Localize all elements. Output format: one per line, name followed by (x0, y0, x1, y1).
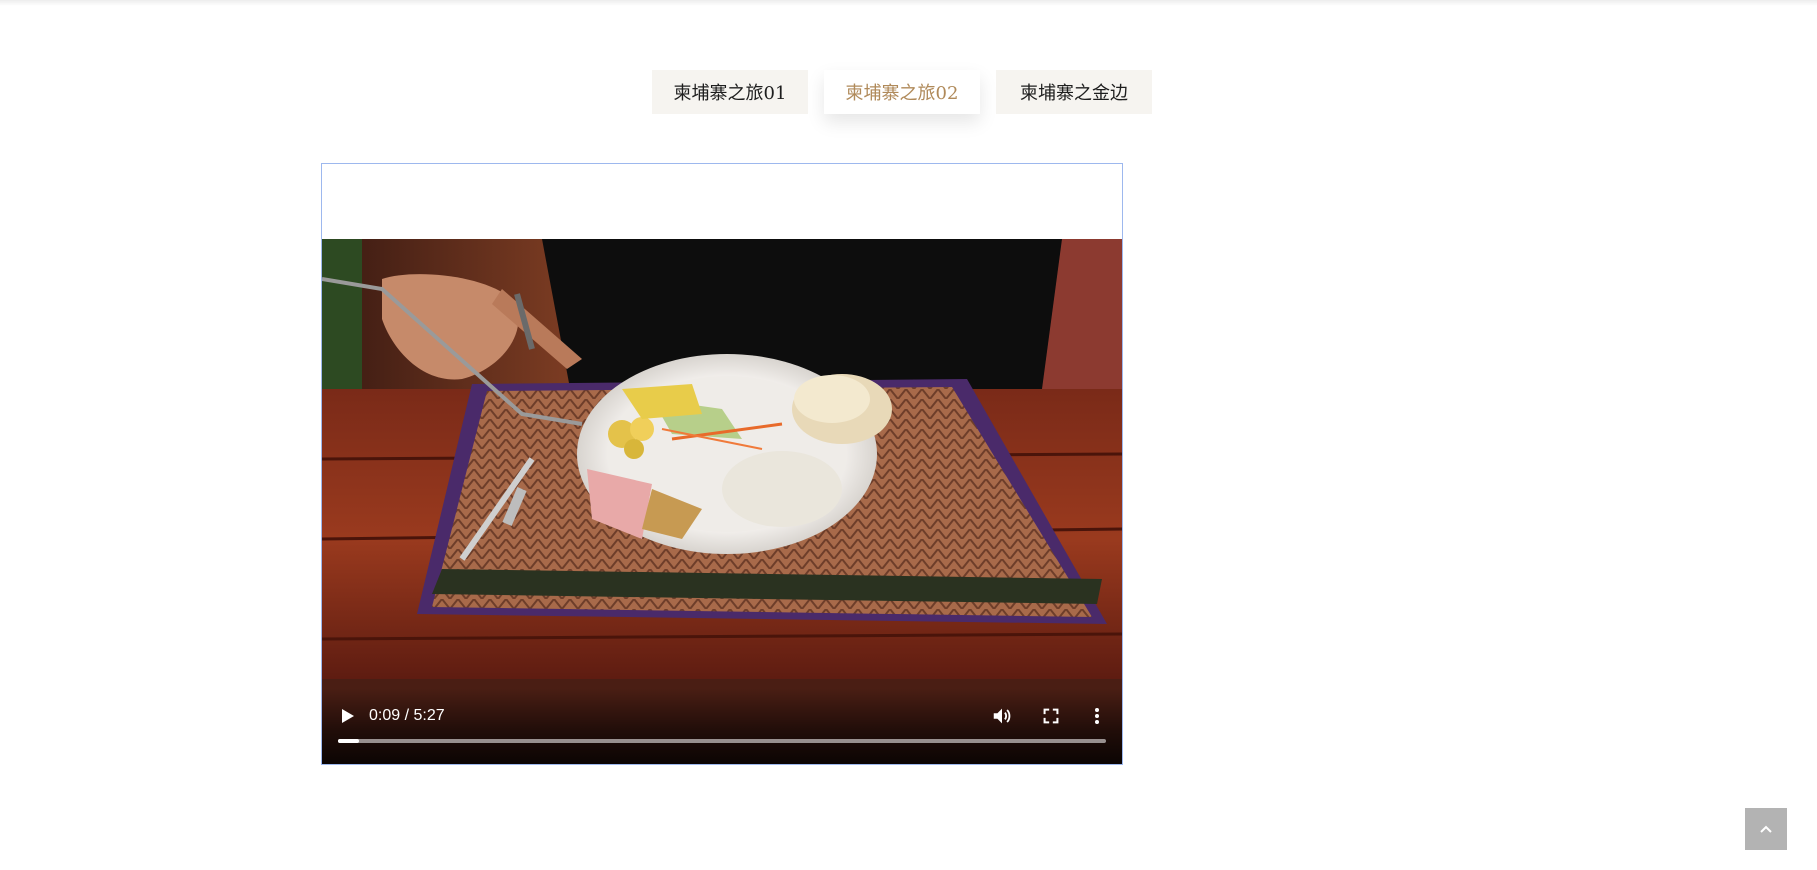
video-container: 0:09 / 5:27 (321, 163, 1123, 765)
progress-fill (338, 739, 360, 743)
more-vert-icon[interactable] (1089, 705, 1105, 727)
tab-trip-02[interactable]: 柬埔寨之旅02 (824, 70, 980, 114)
progress-bar[interactable] (338, 739, 1106, 743)
video-player[interactable]: 0:09 / 5:27 (322, 239, 1122, 764)
tab-trip-01[interactable]: 柬埔寨之旅01 (652, 70, 808, 114)
play-icon[interactable] (338, 706, 358, 726)
fullscreen-icon[interactable] (1040, 705, 1062, 727)
volume-icon[interactable] (991, 705, 1013, 727)
header-shadow (0, 0, 1817, 6)
video-controls: 0:09 / 5:27 (322, 688, 1122, 764)
time-display: 0:09 / 5:27 (369, 707, 445, 724)
video-frame-image (322, 239, 1122, 764)
tab-phnom-penh[interactable]: 柬埔寨之金边 (996, 70, 1152, 114)
chevron-up-icon (1760, 825, 1772, 833)
back-to-top-button[interactable] (1745, 808, 1787, 850)
video-tabs: 柬埔寨之旅01 柬埔寨之旅02 柬埔寨之金边 (652, 70, 1152, 114)
